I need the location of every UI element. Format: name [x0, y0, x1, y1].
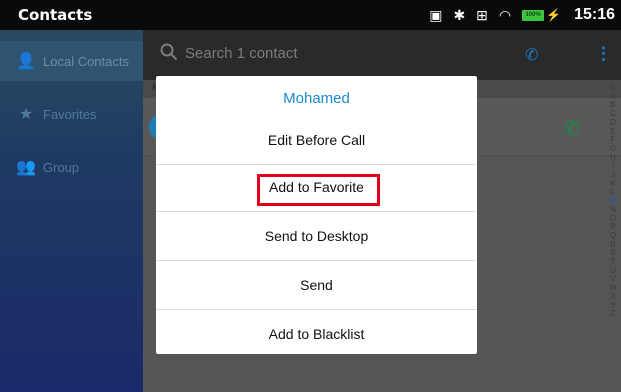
alphabet-index[interactable]: # A B C D E F G H I J K L M N O P Q R S T U V W X Y Z: [608, 83, 618, 319]
dialpad-call-icon[interactable]: ✆: [525, 45, 538, 65]
more-menu-icon[interactable]: ⋮: [595, 44, 612, 64]
search-icon: [160, 43, 178, 61]
network-icon: ⊞: [476, 6, 488, 23]
status-icons: ▣ ✱ ⊞ ◠ 100% ⚡ 15:16: [429, 4, 615, 26]
sidebar-item-local-contacts[interactable]: 👤 Local Contacts: [0, 41, 143, 81]
edit-before-call-option[interactable]: Edit Before Call: [156, 116, 477, 165]
battery-icon: 100%: [522, 9, 545, 21]
add-to-favorite-option[interactable]: Add to Favorite: [156, 163, 477, 212]
sidebar-item-label: Local Contacts: [43, 53, 129, 69]
wifi-icon: ◠: [498, 6, 512, 23]
send-to-desktop-option[interactable]: Send to Desktop: [156, 212, 477, 261]
star-icon: ★: [18, 106, 34, 123]
sidebar-item-group[interactable]: 👥 Group: [0, 147, 143, 187]
status-bar: Contacts ▣ ✱ ⊞ ◠ 100% ⚡ 15:16: [0, 0, 621, 30]
sidebar-item-favorites[interactable]: ★ Favorites: [0, 94, 143, 134]
status-time: 15:16: [574, 6, 615, 23]
group-icon: 👥: [16, 159, 36, 176]
contact-options-dialog: Mohamed Edit Before Call Add to Favorite…: [156, 76, 477, 354]
sidebar: 👤 Local Contacts ★ Favorites 👥 Group: [0, 30, 143, 392]
alphabet-letter[interactable]: Z: [608, 310, 618, 319]
add-to-blacklist-option[interactable]: Add to Blacklist: [156, 310, 477, 359]
image-icon: ▣: [429, 6, 443, 23]
send-option[interactable]: Send: [156, 261, 477, 310]
search-bar: Search 1 contact ✆ ⋮: [143, 30, 621, 80]
sidebar-item-label: Favorites: [43, 106, 97, 122]
sidebar-item-label: Group: [43, 159, 80, 175]
app-title: Contacts: [18, 6, 93, 24]
call-icon[interactable]: ✆: [564, 116, 581, 141]
person-icon: 👤: [16, 53, 36, 70]
charging-icon: ⚡: [546, 8, 562, 22]
bluetooth-icon: ✱: [453, 6, 466, 23]
search-input[interactable]: Search 1 contact: [185, 45, 298, 62]
